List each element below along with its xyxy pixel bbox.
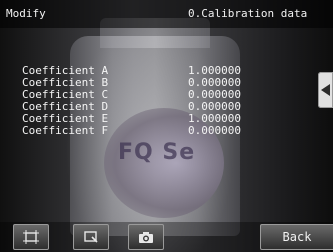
capture-button[interactable] [128, 224, 164, 250]
coefficient-label: Coefficient F [22, 124, 109, 137]
coefficient-row[interactable]: Coefficient E 1.000000 [22, 112, 262, 125]
coefficient-row[interactable]: Coefficient C 0.000000 [22, 88, 262, 101]
coefficient-row[interactable]: Coefficient A 1.000000 [22, 64, 262, 77]
coefficient-value[interactable]: 0.000000 [188, 124, 241, 137]
coefficient-table: Coefficient A 1.000000 Coefficient B 0.0… [22, 64, 262, 137]
fit-frame-icon [23, 230, 39, 244]
page-title: 0.Calibration data [188, 7, 308, 20]
zoom-button[interactable] [73, 224, 109, 250]
image-overlay-text: FQ Se [118, 140, 196, 165]
header-bar: Modify 0.Calibration data [0, 0, 333, 28]
coefficient-row[interactable]: Coefficient F 0.000000 [22, 124, 262, 137]
mode-label: Modify [6, 7, 46, 20]
zoom-icon [84, 231, 98, 243]
coefficient-row[interactable]: Coefficient D 0.000000 [22, 100, 262, 113]
fit-frame-button[interactable] [13, 224, 49, 250]
coefficient-row[interactable]: Coefficient B 0.000000 [22, 76, 262, 89]
arrow-left-icon [321, 84, 330, 96]
back-button[interactable]: Back [260, 224, 333, 250]
camera-icon [139, 232, 153, 243]
side-panel-button[interactable] [318, 72, 333, 108]
